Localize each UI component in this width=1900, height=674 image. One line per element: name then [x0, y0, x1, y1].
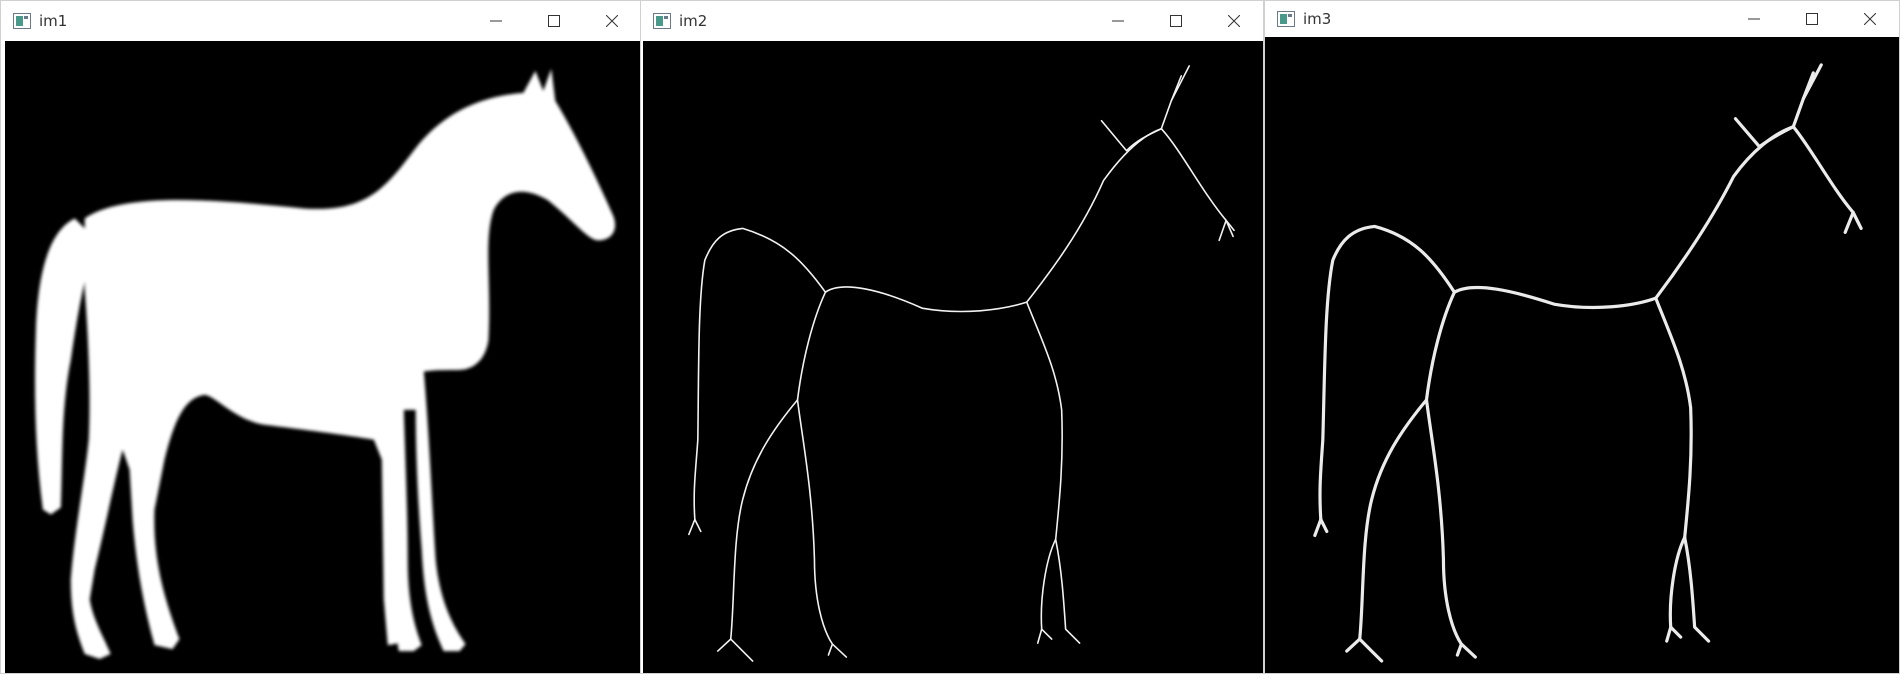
maximize-button[interactable] [1783, 1, 1841, 37]
maximize-icon [1806, 13, 1818, 25]
close-icon [1228, 15, 1240, 27]
window-im3[interactable]: im3 [1264, 0, 1900, 674]
app-icon [1277, 11, 1295, 27]
titlebar[interactable]: im3 [1265, 1, 1899, 37]
window-im1[interactable]: im1 [0, 0, 642, 674]
desktop: im1 im2 im3 [0, 0, 1900, 674]
window-im2[interactable]: im2 [640, 0, 1264, 674]
app-icon [13, 13, 31, 29]
maximize-button[interactable] [525, 1, 583, 41]
titlebar[interactable]: im1 [1, 1, 641, 41]
window-title: im3 [1303, 10, 1332, 28]
window-controls [1725, 1, 1899, 37]
minimize-button[interactable] [467, 1, 525, 41]
maximize-icon [548, 15, 560, 27]
horse-skeleton-thick-image [1313, 63, 1863, 663]
close-button[interactable] [1841, 1, 1899, 37]
minimize-button[interactable] [1089, 1, 1147, 41]
close-icon [606, 15, 618, 27]
image-canvas [5, 41, 641, 673]
close-button[interactable] [1205, 1, 1263, 41]
close-icon [1864, 13, 1876, 25]
minimize-icon [1748, 18, 1760, 20]
window-controls [1089, 1, 1263, 41]
horse-skeleton-thin-image [688, 65, 1235, 662]
maximize-button[interactable] [1147, 1, 1205, 41]
window-controls [467, 1, 641, 41]
window-title: im2 [679, 12, 708, 30]
window-title: im1 [39, 12, 68, 30]
minimize-button[interactable] [1725, 1, 1783, 37]
maximize-icon [1170, 15, 1182, 27]
minimize-icon [490, 20, 502, 22]
image-canvas [643, 41, 1263, 673]
minimize-icon [1112, 20, 1124, 22]
close-button[interactable] [583, 1, 641, 41]
app-icon [653, 13, 671, 29]
horse-silhouette-image [35, 68, 616, 660]
titlebar[interactable]: im2 [641, 1, 1263, 41]
image-canvas [1265, 37, 1899, 673]
